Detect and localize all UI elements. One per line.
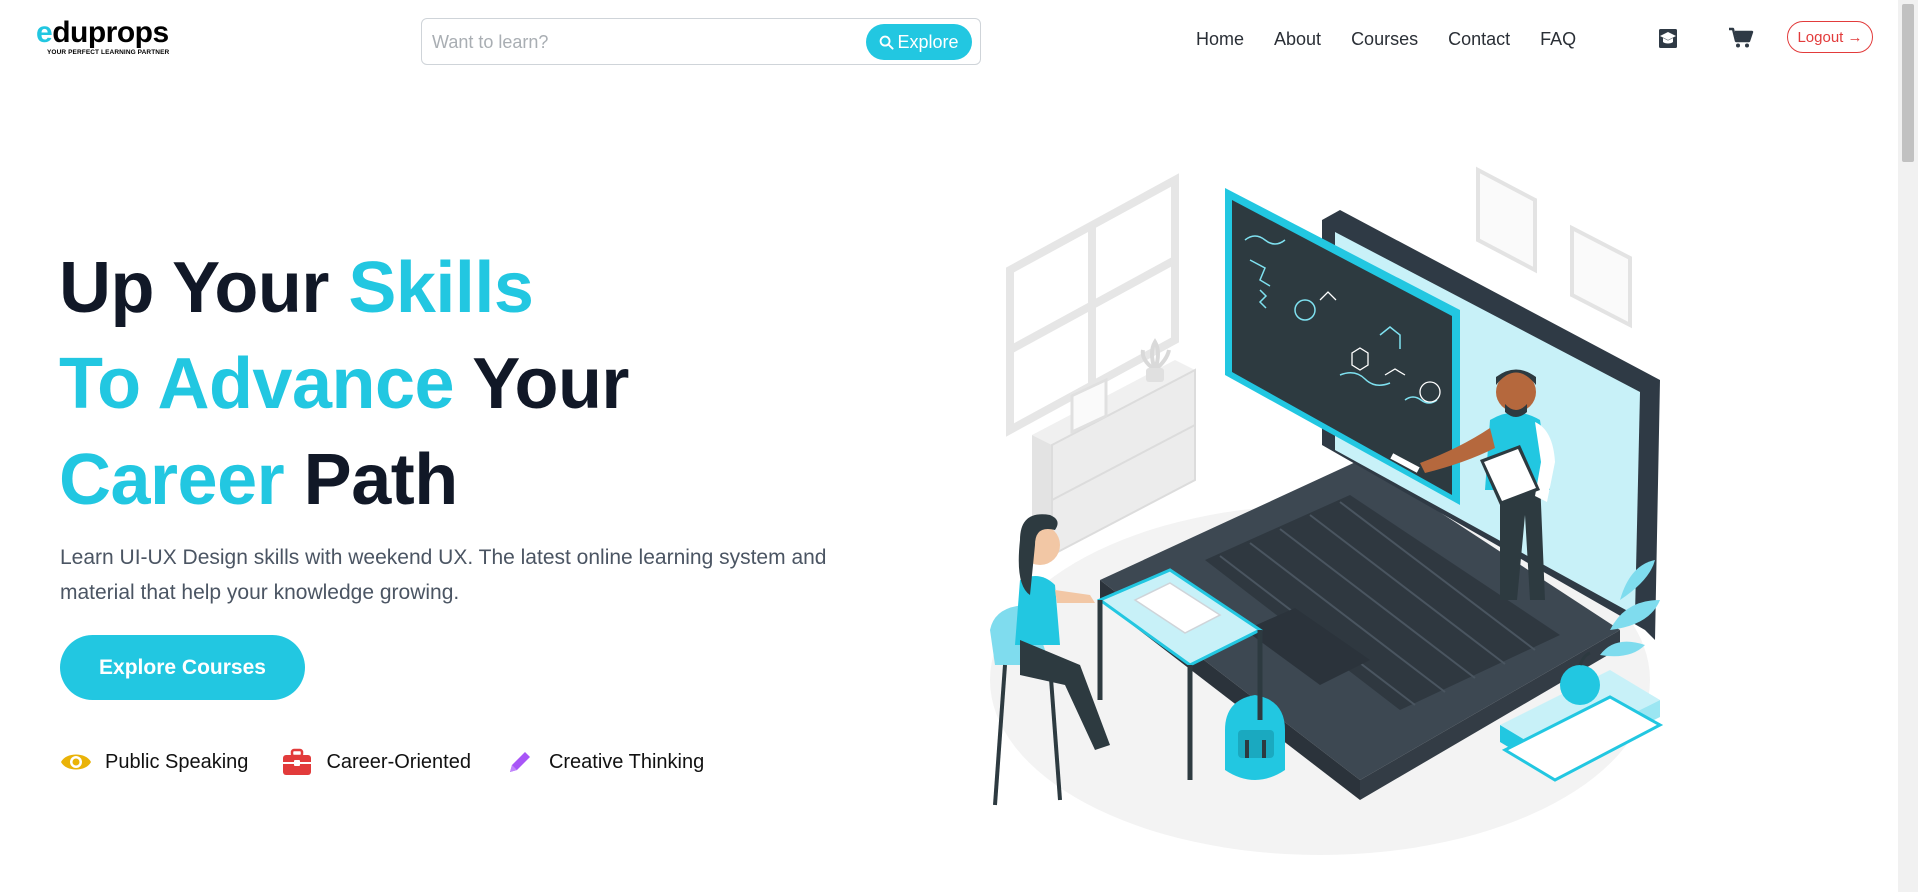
site-header: eduprops YOUR PERFECT LEARNING PARTNER E… xyxy=(0,0,1898,80)
graduation-cap-button[interactable] xyxy=(1654,24,1682,52)
scrollbar-thumb[interactable] xyxy=(1902,4,1914,162)
feature-item-career-oriented: Career-Oriented xyxy=(281,747,471,777)
cart-icon xyxy=(1729,27,1754,48)
search-bar: Explore xyxy=(421,18,981,65)
graduation-cap-icon xyxy=(1659,29,1677,48)
feature-label: Career-Oriented xyxy=(326,750,471,773)
cart-button[interactable] xyxy=(1727,24,1755,52)
feature-list: Public Speaking Career-Oriented Creative… xyxy=(60,747,737,777)
nav-contact[interactable]: Contact xyxy=(1448,28,1510,50)
hero-title-dark: Path xyxy=(303,440,459,520)
pencil-icon xyxy=(504,747,536,777)
logo[interactable]: eduprops YOUR PERFECT LEARNING PARTNER xyxy=(36,18,170,57)
logout-button[interactable]: Logout → xyxy=(1787,21,1873,53)
hero-title-line-1: Up Your Skills xyxy=(59,240,629,336)
hero-title-line-3: Career Path xyxy=(59,432,629,528)
hero-title-dark: Your xyxy=(472,344,629,424)
feature-label: Public Speaking xyxy=(105,750,249,773)
search-input[interactable] xyxy=(432,29,852,55)
nav-home[interactable]: Home xyxy=(1196,28,1244,50)
search-icon xyxy=(880,35,895,50)
logo-mark: e xyxy=(36,16,53,49)
logo-wordmark: eduprops xyxy=(36,18,169,48)
explore-button[interactable]: Explore xyxy=(866,24,972,60)
briefcase-icon xyxy=(281,747,313,777)
feature-item-public-speaking: Public Speaking xyxy=(60,747,248,777)
hero-title-accent: Career xyxy=(59,440,304,520)
explore-courses-button[interactable]: Explore Courses xyxy=(60,635,305,700)
hero-illustration xyxy=(990,166,1664,855)
hero-title-line-2: To Advance Your xyxy=(59,336,629,432)
eye-icon xyxy=(60,747,92,777)
apple xyxy=(1560,665,1600,705)
nav-about[interactable]: About xyxy=(1274,28,1321,50)
nav-faq[interactable]: FAQ xyxy=(1540,28,1576,50)
hero-title-dark: Up Your xyxy=(59,248,349,328)
nav-courses[interactable]: Courses xyxy=(1351,28,1418,50)
hero-title-accent: Skills xyxy=(348,248,534,328)
feature-label: Creative Thinking xyxy=(548,750,705,773)
logo-name: duprops xyxy=(52,16,169,49)
hero-title-accent: To Advance xyxy=(59,344,473,424)
feature-item-creative-thinking: Creative Thinking xyxy=(504,747,704,777)
logo-tagline: YOUR PERFECT LEARNING PARTNER xyxy=(47,49,170,56)
page: eduprops YOUR PERFECT LEARNING PARTNER E… xyxy=(0,0,1918,892)
hero-description: Learn UI-UX Design skills with weekend U… xyxy=(60,546,827,604)
backpack xyxy=(1225,695,1285,780)
hero-title: Up Your Skills To Advance Your Career Pa… xyxy=(59,240,629,528)
explore-button-label: Explore xyxy=(897,31,959,52)
page-scrollbar[interactable] xyxy=(1898,0,1918,892)
main-nav: Home About Courses Contact FAQ xyxy=(1196,28,1606,50)
